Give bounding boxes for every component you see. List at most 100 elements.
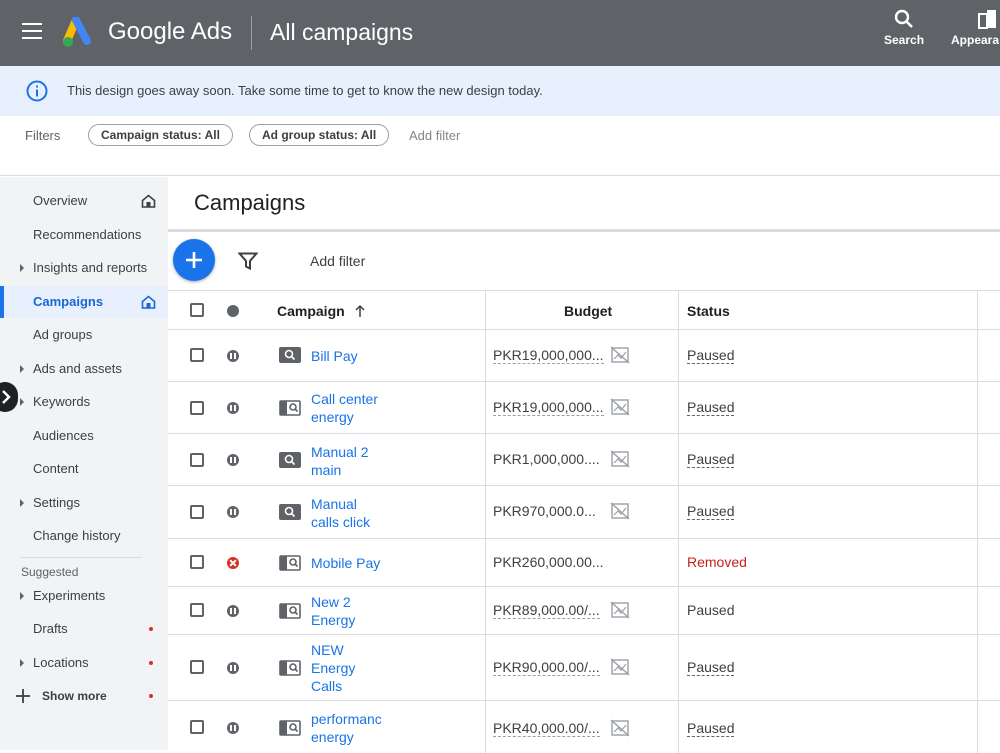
column-divider <box>678 434 679 486</box>
filter-funnel-icon[interactable] <box>238 252 258 270</box>
sidebar-item-settings[interactable]: Settings <box>0 487 168 519</box>
paused-status-icon[interactable] <box>227 454 239 466</box>
row-checkbox[interactable] <box>190 505 204 519</box>
banner-message: This design goes away soon. Take some ti… <box>67 83 543 98</box>
status-value[interactable]: Paused <box>687 451 735 468</box>
row-checkbox[interactable] <box>190 720 204 734</box>
info-icon <box>26 80 48 102</box>
row-checkbox[interactable] <box>190 453 204 467</box>
campaign-name-link[interactable]: Call center energy <box>311 390 385 426</box>
paused-status-icon[interactable] <box>227 506 239 518</box>
sidebar-item-campaigns[interactable]: Campaigns <box>0 286 168 318</box>
call-campaign-icon <box>279 603 301 619</box>
chart-unavailable-icon <box>610 398 630 416</box>
add-filter-button[interactable]: Add filter <box>310 253 365 269</box>
ad-group-status-filter-chip[interactable]: Ad group status: All <box>249 124 390 146</box>
column-divider <box>485 701 486 753</box>
budget-column-header[interactable]: Budget <box>564 303 612 319</box>
status-column-header[interactable]: Status <box>687 303 730 319</box>
table-row[interactable]: NEW Energy Calls PKR90,000.00/... Paused <box>168 635 1000 701</box>
campaign-name-link[interactable]: Bill Pay <box>311 347 385 365</box>
campaign-name-link[interactable]: Manual 2 main <box>311 443 385 479</box>
campaign-name-link[interactable]: performanc energy <box>311 710 385 746</box>
row-checkbox[interactable] <box>190 603 204 617</box>
chevron-right-icon <box>2 390 11 404</box>
sidebar-item-keywords[interactable]: Keywords <box>0 386 168 418</box>
row-checkbox[interactable] <box>190 348 204 362</box>
sidebar-item-audiences[interactable]: Audiences <box>0 420 168 452</box>
search-button[interactable]: Search <box>884 8 924 47</box>
status-value[interactable]: Paused <box>687 659 735 676</box>
table-row[interactable]: Manual calls click PKR970,000.0... Pause… <box>168 486 1000 539</box>
paused-status-icon[interactable] <box>227 605 239 617</box>
chart-unavailable-icon <box>610 601 630 619</box>
sidebar-item-ad-groups[interactable]: Ad groups <box>0 319 168 351</box>
budget-value[interactable]: PKR90,000.00/... <box>493 659 600 676</box>
paused-status-icon[interactable] <box>227 722 239 734</box>
row-checkbox[interactable] <box>190 401 204 415</box>
campaign-name-link[interactable]: Manual calls click <box>311 495 385 531</box>
caret-right-icon <box>20 398 24 406</box>
table-header-row: Campaign Budget Status <box>168 290 1000 331</box>
call-campaign-icon <box>279 720 301 736</box>
caret-right-icon <box>20 592 24 600</box>
hamburger-menu-icon[interactable] <box>22 23 44 43</box>
campaign-name-link[interactable]: New 2 Energy <box>311 593 385 629</box>
sidebar-item-show-more[interactable]: Show more <box>0 680 168 712</box>
column-divider <box>678 382 679 434</box>
appearance-button[interactable]: Appeara <box>951 8 999 47</box>
sidebar-item-locations[interactable]: Locations <box>0 647 168 679</box>
add-filter-link[interactable]: Add filter <box>409 128 460 143</box>
budget-value[interactable]: PKR19,000,000... <box>493 347 604 364</box>
table-row[interactable]: Call center energy PKR19,000,000... Paus… <box>168 382 1000 434</box>
sidebar-item-label: Overview <box>33 193 88 208</box>
status-value[interactable]: Paused <box>687 602 734 618</box>
select-all-checkbox[interactable] <box>190 303 204 317</box>
sidebar-item-ads-and-assets[interactable]: Ads and assets <box>0 353 168 385</box>
budget-value[interactable]: PKR1,000,000.... <box>493 451 600 467</box>
sidebar-item-overview[interactable]: Overview <box>0 185 168 217</box>
column-divider <box>678 291 679 331</box>
budget-value[interactable]: PKR40,000.00/... <box>493 720 600 737</box>
sidebar-item-recommendations[interactable]: Recommendations <box>0 219 168 251</box>
brand-name: Google Ads <box>108 18 233 45</box>
table-row[interactable]: performanc energy PKR40,000.00/... Pause… <box>168 701 1000 753</box>
row-checkbox[interactable] <box>190 555 204 569</box>
budget-value[interactable]: PKR970,000.0... <box>493 503 596 519</box>
table-row[interactable]: Mobile Pay PKR260,000.00... Removed <box>168 539 1000 587</box>
sidebar-item-insights-and-reports[interactable]: Insights and reports <box>0 252 168 284</box>
campaign-status-filter-chip[interactable]: Campaign status: All <box>88 124 233 146</box>
table-row[interactable]: Manual 2 main PKR1,000,000.... Paused <box>168 434 1000 486</box>
status-value[interactable]: Paused <box>687 720 735 737</box>
removed-status-icon[interactable] <box>227 557 239 569</box>
budget-value[interactable]: PKR19,000,000... <box>493 399 604 416</box>
column-divider <box>977 291 978 331</box>
table-row[interactable]: Bill Pay PKR19,000,000... Paused <box>168 330 1000 382</box>
paused-status-icon[interactable] <box>227 662 239 674</box>
sidebar-item-drafts[interactable]: Drafts <box>0 613 168 645</box>
campaign-column-header[interactable]: Campaign <box>277 303 367 319</box>
campaign-name-link[interactable]: NEW Energy Calls <box>311 641 371 695</box>
status-value[interactable]: Paused <box>687 347 735 364</box>
call-campaign-icon <box>279 555 301 571</box>
status-value[interactable]: Paused <box>687 399 735 416</box>
sidebar-item-change-history[interactable]: Change history <box>0 520 168 552</box>
table-row[interactable]: New 2 Energy PKR89,000.00/... Paused <box>168 587 1000 635</box>
column-divider <box>485 330 486 382</box>
paused-status-icon[interactable] <box>227 402 239 414</box>
new-campaign-button[interactable] <box>173 239 215 281</box>
plus-icon <box>186 252 202 268</box>
budget-value[interactable]: PKR89,000.00/... <box>493 602 600 619</box>
sidebar-toggle-button[interactable] <box>0 382 18 412</box>
search-campaign-icon <box>279 504 301 520</box>
paused-status-icon[interactable] <box>227 350 239 362</box>
campaign-name-link[interactable]: Mobile Pay <box>311 554 401 572</box>
appearance-button-label: Appeara <box>951 33 1000 47</box>
column-divider <box>485 486 486 539</box>
status-value[interactable]: Paused <box>687 503 735 520</box>
budget-value[interactable]: PKR260,000.00... <box>493 554 604 570</box>
row-checkbox[interactable] <box>190 660 204 674</box>
sidebar-item-content[interactable]: Content <box>0 453 168 485</box>
sidebar-item-experiments[interactable]: Experiments <box>0 580 168 612</box>
plus-icon <box>16 689 30 703</box>
